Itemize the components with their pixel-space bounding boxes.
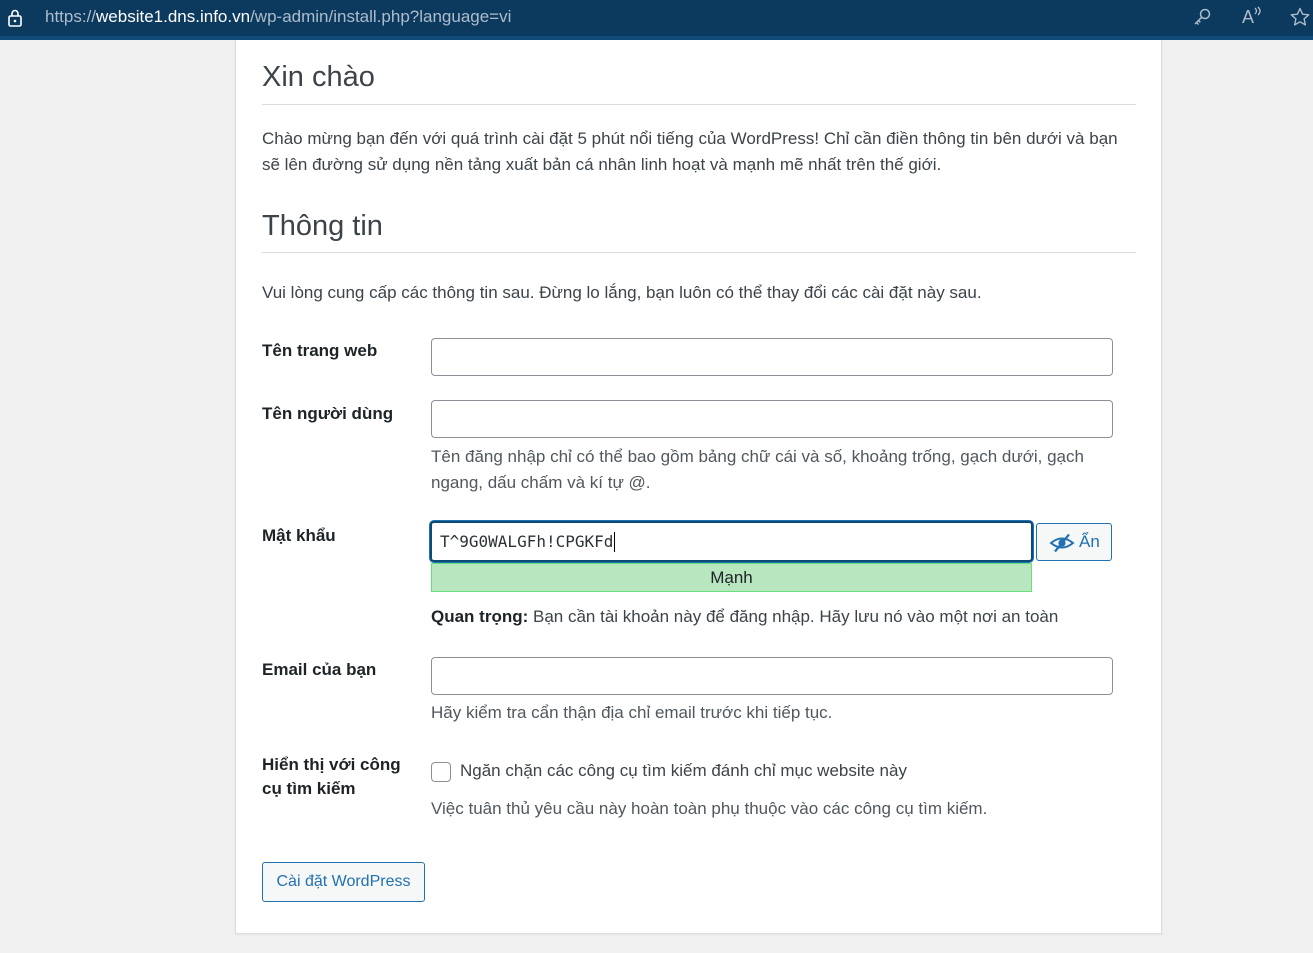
read-aloud-icon[interactable]: A (1241, 6, 1263, 28)
password-value: T^9G0WALGFh!CPGKFd (440, 532, 616, 552)
username-label: Tên người dùng (262, 404, 394, 423)
site-title-label: Tên trang web (262, 341, 378, 360)
welcome-divider (262, 104, 1136, 105)
key-icon[interactable] (1191, 6, 1213, 28)
important-label: Quan trọng: (431, 607, 529, 626)
discourage-search-checkbox[interactable] (431, 762, 451, 782)
url-host: website1.dns.info.vn (96, 7, 251, 26)
browser-address-bar: https://website1.dns.info.vn/wp-admin/in… (0, 0, 1313, 36)
eye-slash-icon (1049, 533, 1075, 553)
info-heading: Thông tin (262, 210, 383, 242)
install-form-card: Xin chào Chào mừng bạn đến với quá trình… (235, 40, 1162, 934)
welcome-heading: Xin chào (262, 61, 375, 93)
password-important-note: Quan trọng: Bạn cần tài khoản này để đăn… (431, 604, 1058, 630)
password-input[interactable]: T^9G0WALGFh!CPGKFd (430, 521, 1033, 562)
info-description: Vui lòng cung cấp các thông tin sau. Đừn… (262, 283, 982, 302)
text-caret (614, 532, 616, 552)
search-visibility-hint: Việc tuân thủ yêu cầu này hoàn toàn phụ … (431, 799, 988, 818)
email-input[interactable] (431, 657, 1113, 695)
search-visibility-label: Hiển thị với công cụ tìm kiếm (262, 755, 401, 798)
username-input[interactable] (431, 400, 1113, 438)
site-title-input[interactable] (431, 338, 1113, 376)
hide-password-button[interactable]: Ẩn (1036, 523, 1112, 561)
info-divider (262, 252, 1136, 253)
username-hint: Tên đăng nhập chỉ có thể bao gồm bảng ch… (431, 447, 1084, 492)
url-prefix: https:// (45, 7, 97, 26)
welcome-text: Chào mừng bạn đến với quá trình cài đặt … (262, 129, 1118, 174)
password-strength-indicator: Mạnh (431, 563, 1032, 592)
password-label: Mật khẩu (262, 526, 336, 545)
important-text: Bạn cần tài khoản này để đăng nhập. Hãy … (528, 607, 1059, 626)
url-field[interactable]: https://website1.dns.info.vn/wp-admin/in… (45, 7, 511, 27)
email-hint: Hãy kiểm tra cẩn thận địa chỉ email trướ… (431, 703, 833, 722)
install-wordpress-button[interactable]: Cài đặt WordPress (262, 862, 425, 902)
lock-icon[interactable] (7, 8, 23, 28)
email-label: Email của bạn (262, 660, 377, 679)
discourage-search-label[interactable]: Ngăn chặn các công cụ tìm kiếm đánh chỉ … (460, 759, 907, 783)
favorite-star-icon[interactable] (1289, 6, 1311, 28)
read-aloud-label: A (1242, 7, 1255, 27)
url-path: /wp-admin/install.php?language=vi (250, 7, 512, 26)
hide-password-label: Ẩn (1079, 532, 1100, 551)
